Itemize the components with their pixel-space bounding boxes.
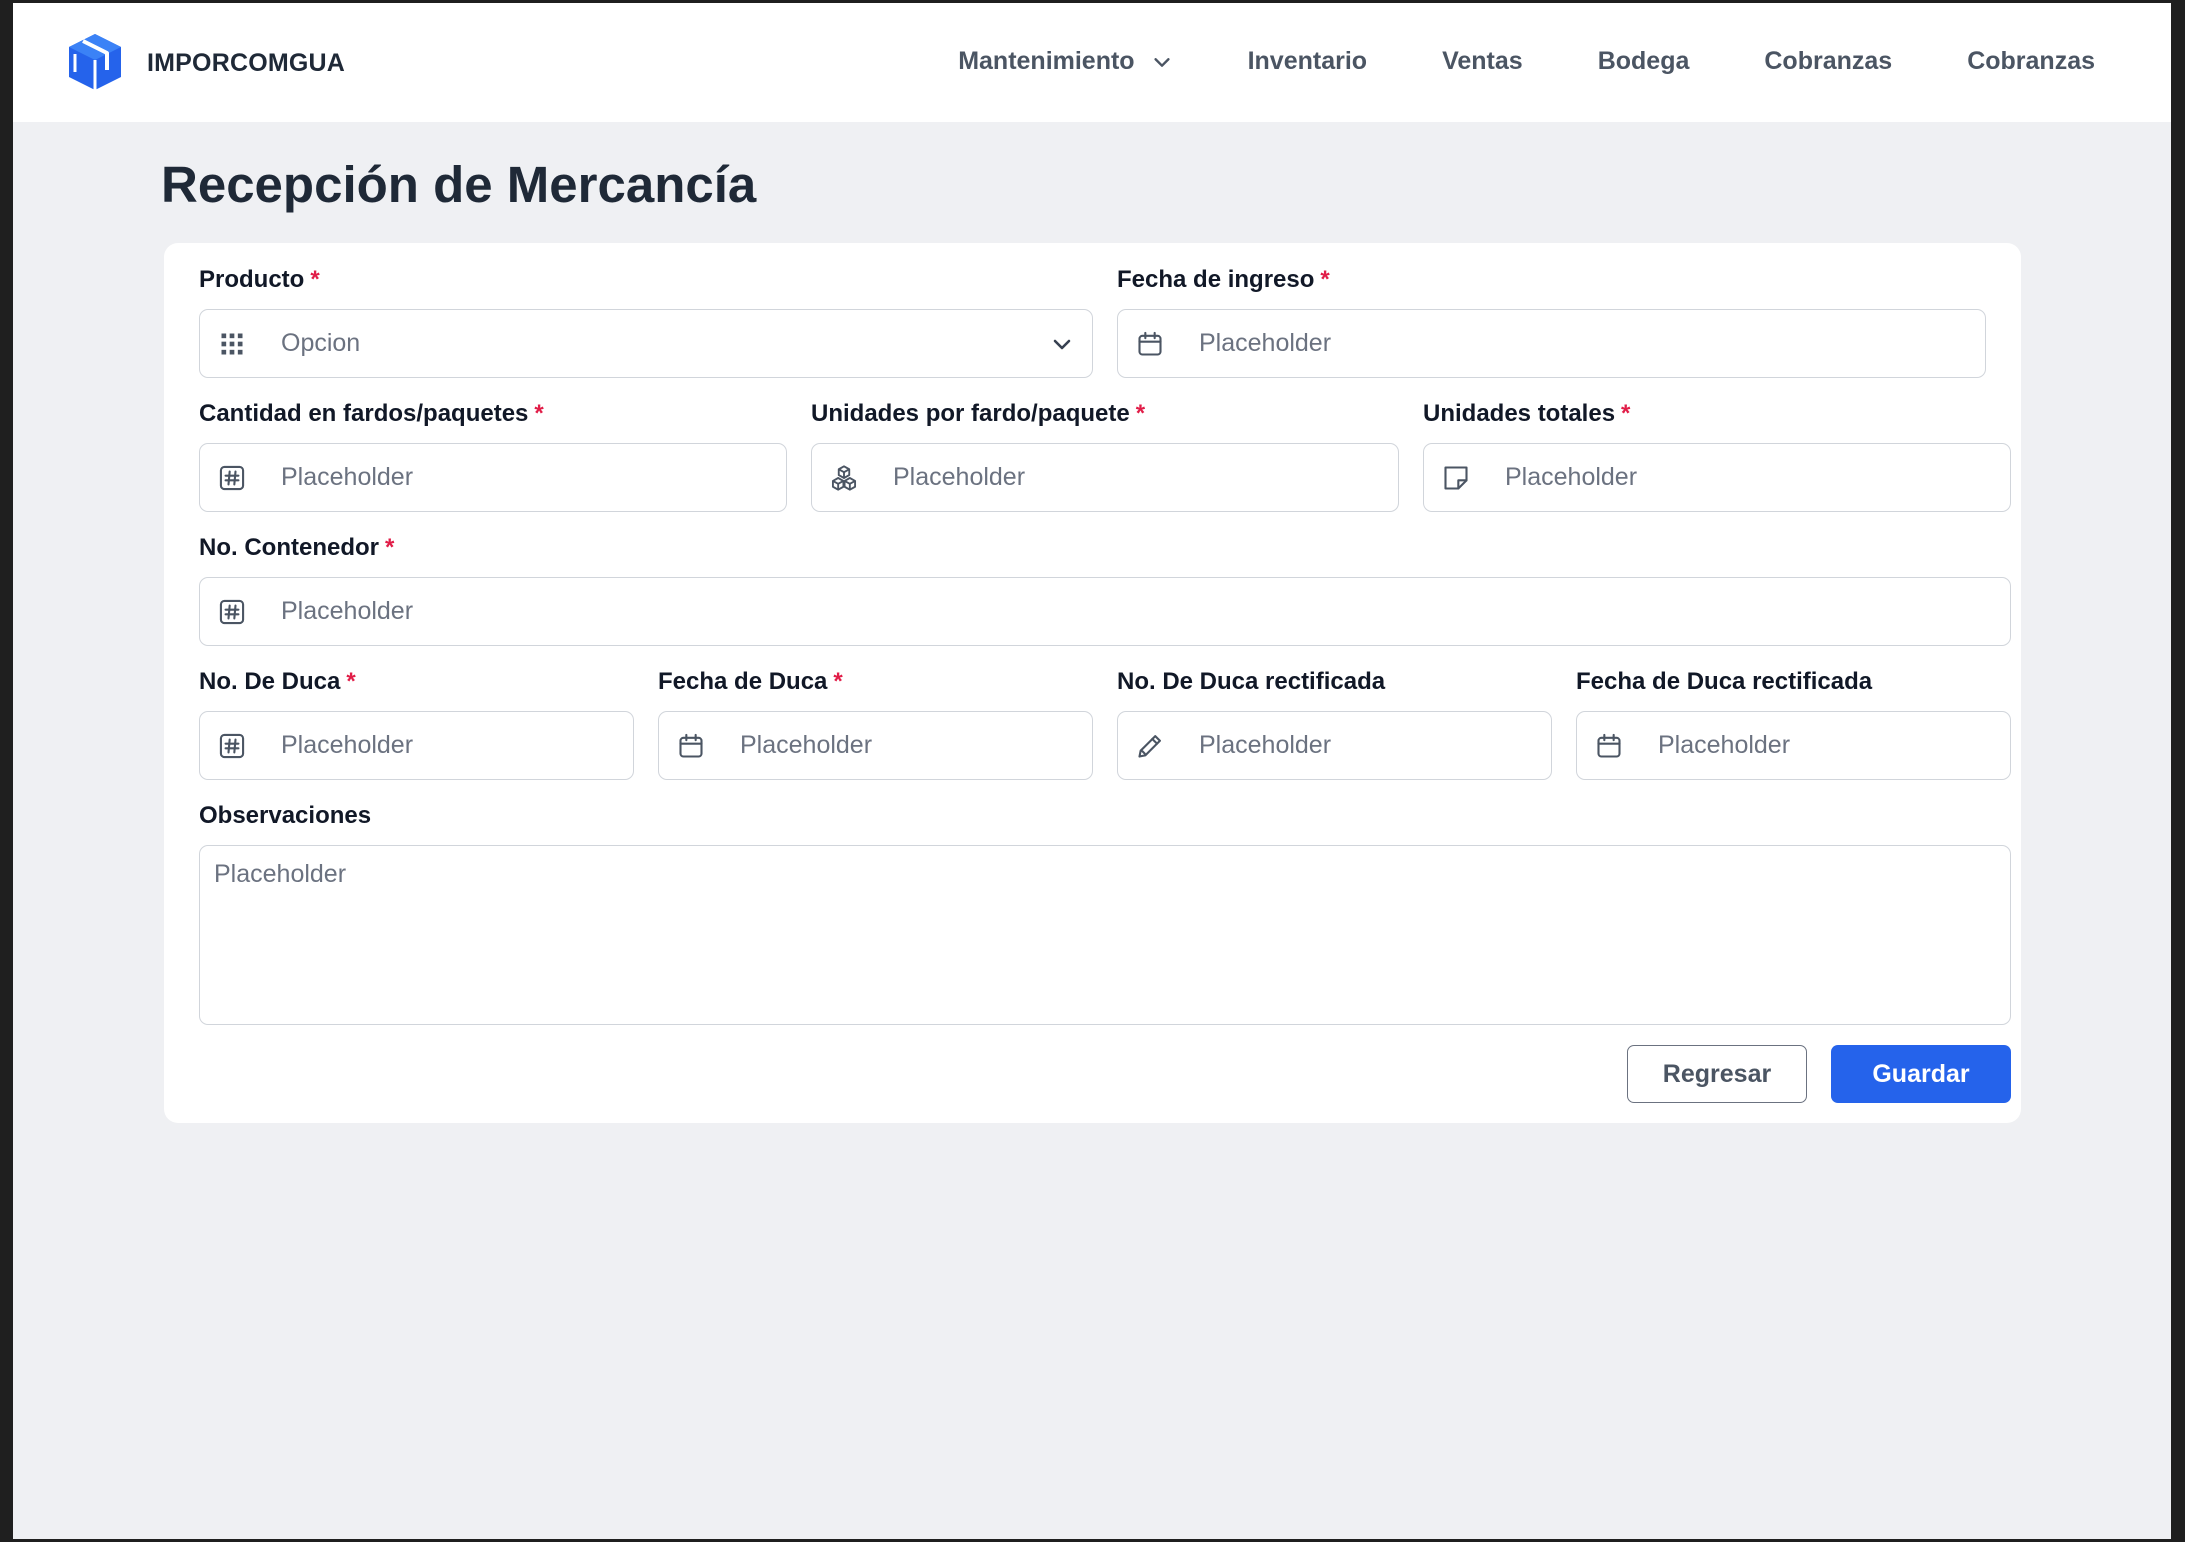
- field-observaciones: Observaciones Placeholder: [199, 801, 2011, 1025]
- calendar-icon: [1597, 733, 1621, 758]
- cubes-icon: [831, 464, 857, 491]
- hash-icon: [219, 599, 245, 624]
- field-no-duca: No. De Duca * Placeholder: [199, 667, 634, 780]
- fecha-duca-rectificada-input[interactable]: Placeholder: [1576, 711, 2011, 780]
- calendar-icon: [679, 733, 703, 758]
- chevron-down-icon: [1153, 57, 1170, 67]
- logo-icon[interactable]: [67, 32, 123, 92]
- field-label: Producto *: [199, 266, 320, 293]
- field-label: Fecha de ingreso *: [1117, 266, 1330, 293]
- page-title: Recepción de Mercancía: [161, 156, 757, 213]
- field-label: No. De Duca *: [199, 668, 356, 695]
- field-fecha-ingreso: Fecha de ingreso * Placeholder: [1117, 265, 1986, 378]
- nav-cobranzas[interactable]: Cobranzas: [1764, 47, 1892, 76]
- input-placeholder: Placeholder: [740, 731, 873, 759]
- top-navbar: IMPORCOMGUA Mantenimiento Inventario Ven…: [13, 3, 2171, 122]
- guardar-button[interactable]: Guardar: [1831, 1045, 2011, 1103]
- no-contenedor-input[interactable]: Placeholder: [199, 577, 2011, 646]
- input-placeholder: Placeholder: [1199, 731, 1332, 759]
- unidades-totales-input[interactable]: Placeholder: [1423, 443, 2011, 512]
- input-placeholder: Placeholder: [281, 731, 414, 759]
- input-placeholder: Placeholder: [1505, 463, 1638, 491]
- select-value: Opcion: [281, 329, 361, 357]
- cantidad-fardos-input[interactable]: Placeholder: [199, 443, 787, 512]
- no-duca-input[interactable]: Placeholder: [199, 711, 634, 780]
- regresar-button[interactable]: Regresar: [1627, 1045, 1807, 1103]
- field-fecha-duca-rectificada: Fecha de Duca rectificada Placeholder: [1576, 667, 2011, 780]
- fecha-ingreso-input[interactable]: Placeholder: [1117, 309, 1986, 378]
- calendar-icon: [1138, 331, 1162, 356]
- field-producto: Producto * Opcion: [199, 265, 1093, 378]
- producto-select[interactable]: Opcion: [199, 309, 1093, 378]
- reception-form-card: Producto * Opcion Fecha de ingreso * Pla…: [164, 243, 2021, 1123]
- field-label: Unidades totales *: [1423, 400, 1631, 427]
- textarea-placeholder: Placeholder: [214, 860, 347, 888]
- chevron-down-icon: [1053, 339, 1071, 350]
- main-nav: Mantenimiento Inventario Ventas Bodega C…: [958, 47, 2095, 76]
- nav-bodega[interactable]: Bodega: [1598, 47, 1690, 76]
- grid-icon: [221, 333, 243, 354]
- field-fecha-duca: Fecha de Duca * Placeholder: [658, 667, 1093, 780]
- nav-item-label: Mantenimiento: [958, 47, 1135, 75]
- input-placeholder: Placeholder: [1658, 731, 1791, 759]
- field-label: Fecha de Duca rectificada: [1576, 668, 1873, 695]
- field-unidades-totales: Unidades totales * Placeholder: [1423, 399, 2011, 512]
- unidades-fardo-input[interactable]: Placeholder: [811, 443, 1399, 512]
- field-no-contenedor: No. Contenedor * Placeholder: [199, 533, 2011, 646]
- hash-icon: [219, 733, 245, 758]
- input-placeholder: Placeholder: [1199, 329, 1332, 357]
- fecha-duca-input[interactable]: Placeholder: [658, 711, 1093, 780]
- field-label: Unidades por fardo/paquete *: [811, 400, 1146, 427]
- input-placeholder: Placeholder: [893, 463, 1026, 491]
- nav-cobranzas-2[interactable]: Cobranzas: [1967, 47, 2095, 76]
- field-label: No. De Duca rectificada: [1117, 668, 1386, 695]
- observaciones-textarea[interactable]: Placeholder: [199, 845, 2011, 1025]
- field-cantidad-fardos: Cantidad en fardos/paquetes * Placeholder: [199, 399, 787, 512]
- no-duca-rectificada-input[interactable]: Placeholder: [1117, 711, 1552, 780]
- field-label: Fecha de Duca *: [658, 668, 843, 695]
- nav-mantenimiento[interactable]: Mantenimiento: [958, 47, 1172, 76]
- nav-ventas[interactable]: Ventas: [1442, 47, 1523, 76]
- brand-name[interactable]: IMPORCOMGUA: [147, 49, 345, 78]
- input-placeholder: Placeholder: [281, 463, 414, 491]
- app-window: IMPORCOMGUA Mantenimiento Inventario Ven…: [13, 3, 2171, 1539]
- field-label: Cantidad en fardos/paquetes *: [199, 400, 544, 427]
- field-label: No. Contenedor *: [199, 534, 395, 561]
- nav-inventario[interactable]: Inventario: [1248, 47, 1367, 76]
- note-icon: [1444, 465, 1468, 490]
- field-no-duca-rectificada: No. De Duca rectificada Placeholder: [1117, 667, 1552, 780]
- field-unidades-fardo: Unidades por fardo/paquete * Placeholder: [811, 399, 1399, 512]
- hash-icon: [219, 465, 245, 490]
- field-label: Observaciones: [199, 802, 372, 829]
- pencil-icon: [1138, 734, 1161, 758]
- input-placeholder: Placeholder: [281, 597, 414, 625]
